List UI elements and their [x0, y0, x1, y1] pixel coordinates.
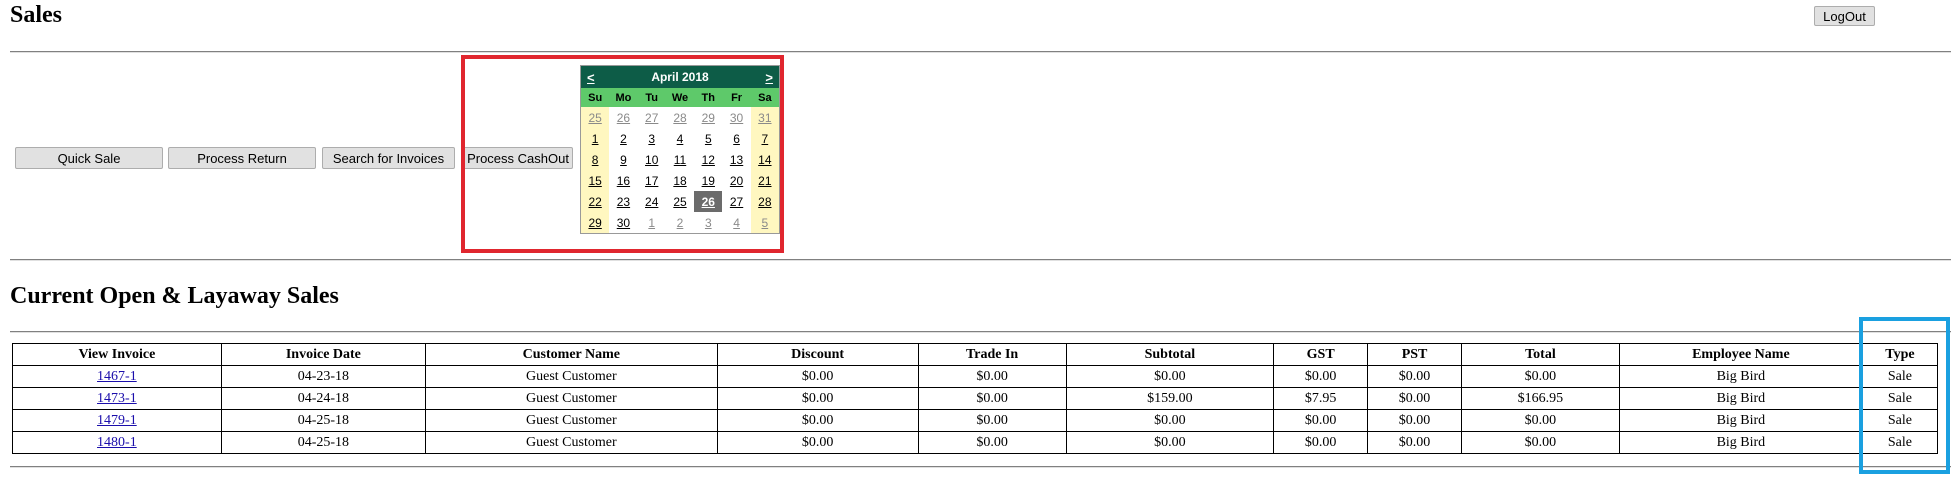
table-header-row: View Invoice Invoice Date Customer Name Dis…	[12, 343, 1939, 366]
column-header: Total	[1460, 343, 1620, 366]
table-cell: Big Bird	[1618, 431, 1863, 454]
column-header: Discount	[716, 343, 919, 366]
invoice-link[interactable]: 1480-1	[97, 435, 137, 450]
invoice-link[interactable]: 1467-1	[97, 369, 137, 384]
column-header: Trade In	[917, 343, 1067, 366]
table-cell: $7.95	[1273, 387, 1369, 410]
table-cell: Guest Customer	[425, 431, 718, 454]
table-row: 1473-1 04-24-18 Guest Customer $0.00 $0.00 $1…	[12, 387, 1939, 410]
column-header: Subtotal	[1065, 343, 1275, 366]
table-cell: Guest Customer	[425, 365, 718, 388]
calendar-highlight-box	[461, 55, 784, 253]
column-header: GST	[1273, 343, 1369, 366]
table-cell: $0.00	[1065, 409, 1275, 432]
table-cell: $0.00	[1460, 365, 1620, 388]
column-header: Employee Name	[1618, 343, 1863, 366]
middle-divider	[10, 259, 1951, 261]
table-row: 1480-1 04-25-18 Guest Customer $0.00 $0.00 $0…	[12, 431, 1939, 454]
table-cell: $0.00	[1367, 387, 1462, 410]
column-header: Invoice Date	[220, 343, 427, 366]
table-cell: $166.95	[1460, 387, 1620, 410]
column-header: PST	[1367, 343, 1462, 366]
table-top-divider	[10, 331, 1951, 333]
table-cell: $0.00	[1065, 365, 1275, 388]
table-cell: 04-24-18	[220, 387, 427, 410]
invoice-cell: 1467-1	[12, 365, 222, 388]
invoice-cell: 1479-1	[12, 409, 222, 432]
table-cell: Big Bird	[1618, 365, 1863, 388]
column-header: View Invoice	[12, 343, 222, 366]
invoice-link[interactable]: 1473-1	[97, 391, 137, 406]
table-cell: $0.00	[917, 387, 1067, 410]
table-cell: $0.00	[1273, 431, 1369, 454]
table-cell: $0.00	[1273, 365, 1369, 388]
table-cell: $0.00	[917, 431, 1067, 454]
process-return-button[interactable]: Process Return	[168, 147, 316, 169]
quick-sale-button[interactable]: Quick Sale	[15, 147, 163, 169]
table-cell: $0.00	[917, 365, 1067, 388]
table-row: 1467-1 04-23-18 Guest Customer $0.00 $0.00 $0…	[12, 365, 1939, 388]
table-cell: 04-25-18	[220, 431, 427, 454]
table-cell: $0.00	[716, 387, 919, 410]
table-cell: $0.00	[1273, 409, 1369, 432]
page-title: Sales	[10, 2, 63, 28]
table-row: 1479-1 04-25-18 Guest Customer $0.00 $0.00 $0…	[12, 409, 1939, 432]
invoice-cell: 1473-1	[12, 387, 222, 410]
table-cell: Guest Customer	[425, 409, 718, 432]
logout-button[interactable]: LogOut	[1814, 6, 1875, 26]
table-cell: $159.00	[1065, 387, 1275, 410]
type-column-highlight-box	[1859, 317, 1950, 474]
table-cell: $0.00	[1367, 431, 1462, 454]
table-cell: $0.00	[716, 365, 919, 388]
table-cell: Big Bird	[1618, 409, 1863, 432]
table-cell: $0.00	[1460, 409, 1620, 432]
table-cell: 04-23-18	[220, 365, 427, 388]
table-cell: Guest Customer	[425, 387, 718, 410]
bottom-divider	[10, 466, 1951, 468]
table-cell: Big Bird	[1618, 387, 1863, 410]
table-cell: $0.00	[716, 409, 919, 432]
top-divider	[10, 51, 1951, 53]
table-cell: $0.00	[1367, 409, 1462, 432]
table-body: 1467-1 04-23-18 Guest Customer $0.00 $0.00 $0…	[12, 365, 1939, 454]
table-cell: $0.00	[1065, 431, 1275, 454]
table-cell: $0.00	[1460, 431, 1620, 454]
column-header: Customer Name	[425, 343, 718, 366]
table-cell: $0.00	[1367, 365, 1462, 388]
invoice-link[interactable]: 1479-1	[97, 413, 137, 428]
section-title: Current Open & Layaway Sales	[10, 283, 339, 309]
table-cell: 04-25-18	[220, 409, 427, 432]
table-cell: $0.00	[917, 409, 1067, 432]
invoice-cell: 1480-1	[12, 431, 222, 454]
sales-table: View Invoice Invoice Date Customer Name Dis…	[12, 343, 1939, 454]
table-cell: $0.00	[716, 431, 919, 454]
search-invoices-button[interactable]: Search for Invoices	[322, 147, 455, 169]
